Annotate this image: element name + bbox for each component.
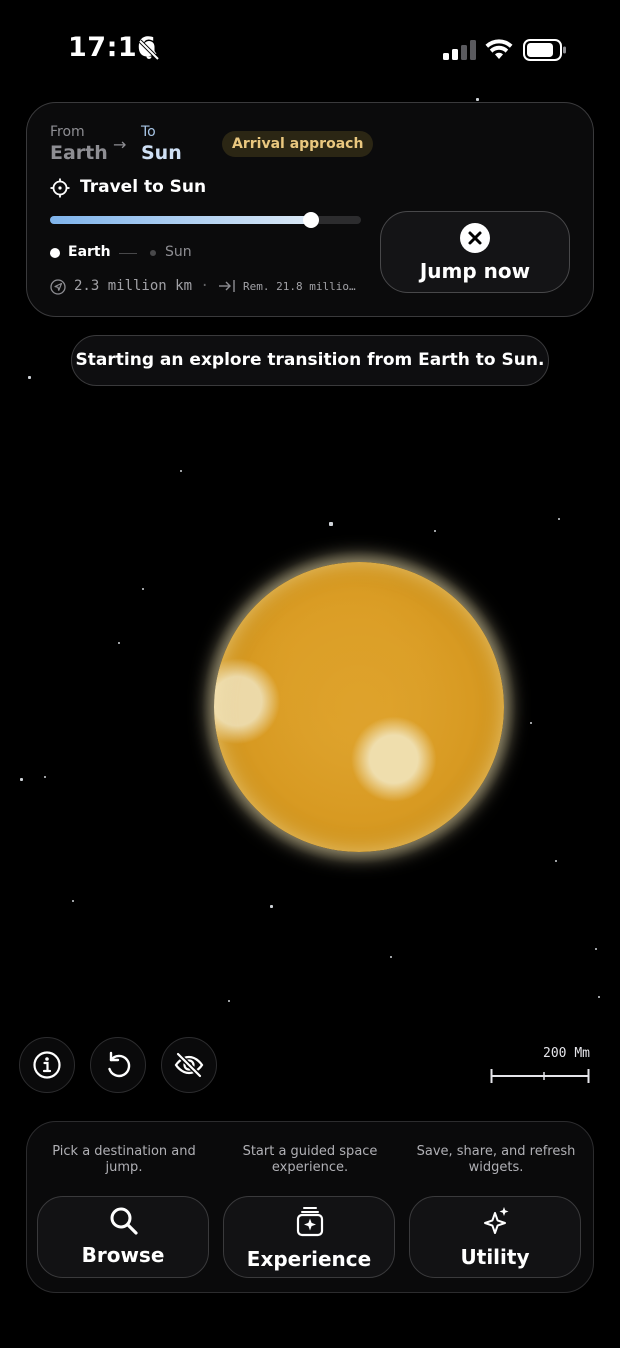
- utility-label: Utility: [460, 1245, 530, 1269]
- sun-planet[interactable]: [214, 562, 504, 852]
- close-icon[interactable]: [460, 223, 490, 253]
- arrow-right-icon: →: [113, 135, 127, 154]
- info-button[interactable]: [19, 1037, 75, 1093]
- from-label: From: [50, 124, 85, 140]
- browse-button[interactable]: Browse: [37, 1196, 209, 1278]
- experience-hint: Start a guided space experience.: [242, 1144, 378, 1175]
- utility-hint: Save, share, and refresh widgets.: [416, 1144, 576, 1175]
- experience-label: Experience: [246, 1247, 372, 1271]
- eye-slash-icon: [174, 1052, 204, 1078]
- legend-end: Sun: [165, 244, 192, 260]
- sparkles-icon: [484, 1207, 509, 1234]
- crosshair-icon: [50, 178, 70, 198]
- battery-icon: [523, 39, 566, 61]
- progress-fill: [50, 216, 311, 224]
- rotate-ccw-icon: [108, 1051, 131, 1078]
- sparkle-card-icon: [296, 1207, 324, 1237]
- distance-traveled: 2.3 million km ·: [74, 278, 209, 294]
- arrow-to-line-icon: [219, 280, 235, 292]
- remaining-distance: Rem. 21.8 millio…: [243, 280, 356, 293]
- legend-connector: [119, 253, 137, 254]
- browse-label: Browse: [81, 1243, 165, 1267]
- reset-button[interactable]: [90, 1037, 146, 1093]
- travel-title: Travel to Sun: [80, 177, 207, 197]
- separator: ·: [200, 278, 209, 294]
- to-value: Sun: [141, 142, 182, 164]
- from-value: Earth: [50, 142, 108, 164]
- utility-button[interactable]: Utility: [409, 1196, 581, 1278]
- info-icon: [33, 1051, 61, 1079]
- to-label: To: [141, 124, 156, 140]
- progress-knob[interactable]: [303, 212, 319, 228]
- browse-hint: Pick a destination and jump.: [52, 1144, 196, 1175]
- jump-now-label[interactable]: Jump now: [380, 259, 570, 283]
- start-dot: [50, 248, 60, 258]
- legend-start: Earth: [68, 244, 111, 260]
- experience-button[interactable]: Experience: [223, 1196, 395, 1278]
- status-badge: Arrival approach: [222, 131, 374, 157]
- transition-toast: Starting an explore transition from Eart…: [71, 335, 549, 386]
- navigation-arrow-icon: [50, 279, 66, 295]
- scale-label: 200 Mm: [543, 1046, 590, 1061]
- cellular-signal-icon: [443, 40, 476, 60]
- silent-bell-icon: [138, 39, 160, 61]
- distance-value: 2.3 million km: [74, 278, 193, 294]
- end-dot: [150, 250, 156, 256]
- hide-ui-button[interactable]: [161, 1037, 217, 1093]
- wifi-icon: [485, 39, 513, 59]
- scale-bar: [490, 1069, 590, 1083]
- search-icon: [110, 1207, 138, 1235]
